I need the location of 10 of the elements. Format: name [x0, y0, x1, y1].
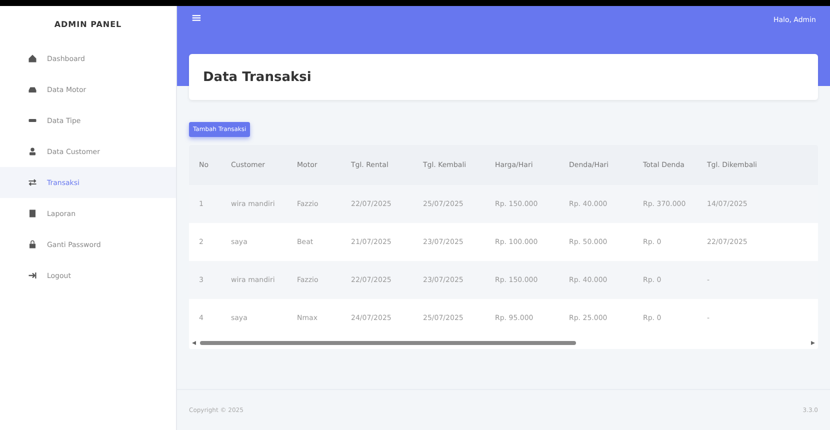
logout-icon	[28, 271, 37, 280]
sidebar-title: ADMIN PANEL	[53, 19, 123, 31]
swap-icon	[28, 178, 37, 187]
menu-icon[interactable]: ≡	[191, 12, 202, 26]
scroll-right-icon[interactable]	[811, 341, 815, 345]
scroll-left-icon[interactable]	[192, 341, 196, 345]
lock-icon	[28, 240, 37, 249]
home-icon	[28, 54, 37, 63]
user-icon	[28, 147, 37, 156]
page-title: Data Transaksi	[203, 70, 312, 84]
